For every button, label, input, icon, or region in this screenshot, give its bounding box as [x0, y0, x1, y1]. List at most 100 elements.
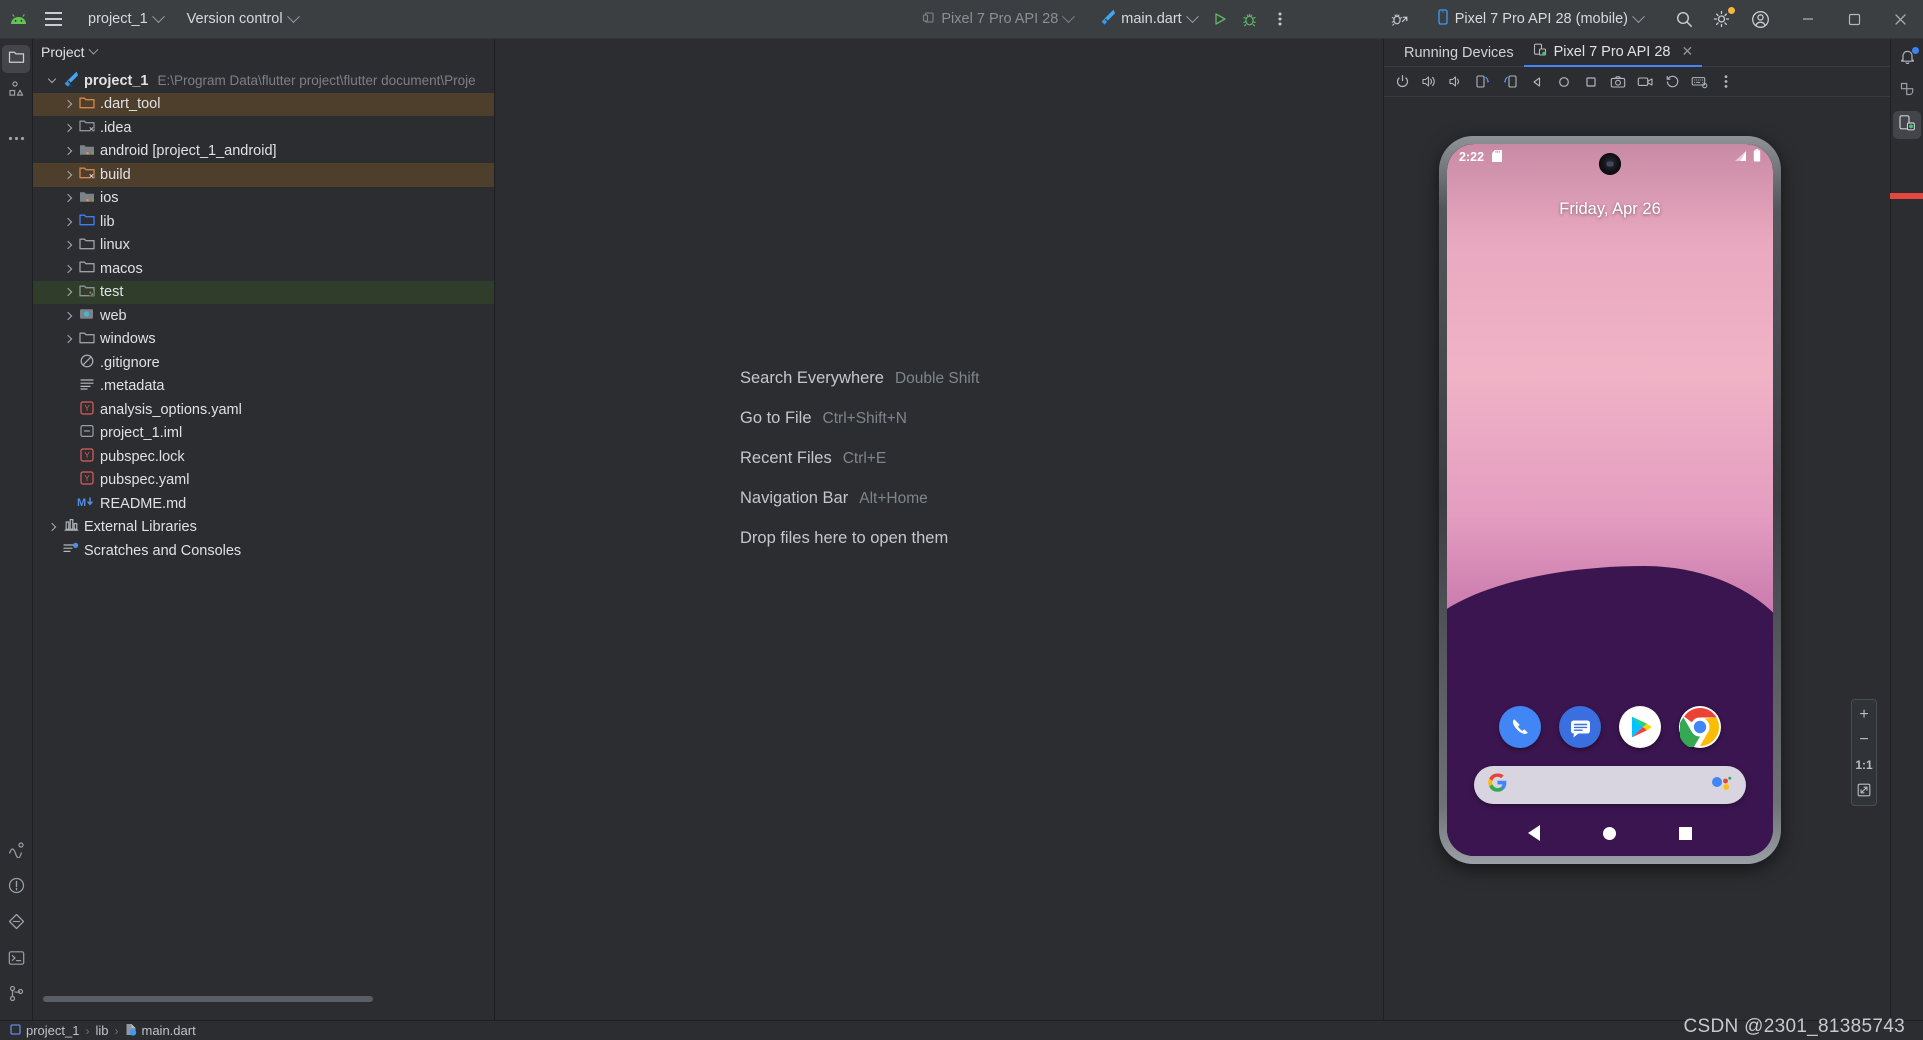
tree-row[interactable]: build	[33, 163, 494, 187]
chevron-right-icon[interactable]	[59, 288, 77, 297]
tree-row[interactable]: lib	[33, 210, 494, 234]
tree-row[interactable]: macos	[33, 257, 494, 281]
zoom-out-button[interactable]: −	[1852, 729, 1876, 751]
sidebar-item-gradle[interactable]	[1893, 78, 1921, 106]
emulator-screen[interactable]: 2:22 Friday, Apr 26	[1447, 144, 1773, 856]
keyboard-icon[interactable]	[1687, 70, 1711, 94]
chevron-right-icon[interactable]	[59, 241, 77, 250]
sidebar-item-more[interactable]	[2, 123, 30, 151]
terminal-icon	[8, 950, 25, 971]
video-camera-icon[interactable]	[1633, 70, 1657, 94]
zoom-to-fit-icon[interactable]	[1852, 779, 1876, 801]
phone-app-icon[interactable]	[1499, 706, 1541, 748]
sidebar-item-notifications[interactable]	[1893, 45, 1921, 73]
messages-app-icon[interactable]	[1559, 706, 1601, 748]
tree-row[interactable]: project_1 E:\Program Data\flutter project…	[33, 69, 494, 93]
tree-row[interactable]: web	[33, 304, 494, 328]
google-search-widget[interactable]	[1474, 766, 1746, 804]
sidebar-item-project[interactable]	[2, 45, 30, 73]
sidebar-item-terminal[interactable]	[2, 946, 30, 974]
close-icon[interactable]	[1877, 0, 1923, 39]
gear-icon[interactable]	[1707, 4, 1737, 34]
tree-row[interactable]: linux	[33, 234, 494, 258]
project-tree-hscrollbar-track[interactable]	[33, 996, 494, 1011]
tree-row[interactable]: Yanalysis_options.yaml	[33, 398, 494, 422]
breadcrumb-lib[interactable]: lib	[95, 1023, 108, 1038]
chevron-down-icon[interactable]	[43, 75, 61, 84]
chevron-right-icon[interactable]	[59, 264, 77, 273]
camera-icon[interactable]	[1606, 70, 1630, 94]
more-vertical-icon[interactable]	[1714, 70, 1738, 94]
chevron-right-icon[interactable]	[59, 217, 77, 226]
search-icon[interactable]	[1669, 4, 1699, 34]
rotate-right-icon[interactable]	[1498, 70, 1522, 94]
volume-down-icon[interactable]	[1444, 70, 1468, 94]
chevron-right-icon[interactable]	[43, 523, 61, 532]
device-selector-left[interactable]: Pixel 7 Pro API 28	[914, 7, 1081, 32]
minimize-icon[interactable]	[1785, 0, 1831, 39]
google-assistant-icon[interactable]	[1710, 775, 1732, 796]
project-tree-hscrollbar-thumb[interactable]	[43, 996, 373, 1002]
run-configuration-selector[interactable]: main.dart	[1093, 5, 1204, 33]
tree-row[interactable]: .metadata	[33, 375, 494, 399]
chevron-right-icon[interactable]	[59, 100, 77, 109]
close-icon[interactable]: ✕	[1682, 43, 1694, 60]
zoom-in-button[interactable]: +	[1852, 704, 1876, 726]
tree-row[interactable]: project_1.iml	[33, 422, 494, 446]
project-tree[interactable]: project_1 E:\Program Data\flutter project…	[33, 69, 494, 994]
sidebar-item-problems[interactable]	[2, 874, 30, 902]
tab-pixel-7-pro-api-28[interactable]: Pixel 7 Pro API 28 ✕	[1523, 39, 1703, 67]
breadcrumb-project[interactable]: project_1	[10, 1023, 79, 1038]
tree-row[interactable]: Ypubspec.lock	[33, 445, 494, 469]
more-actions-button[interactable]	[1265, 4, 1295, 34]
attach-debugger-button[interactable]	[1385, 4, 1415, 34]
sidebar-item-version-control[interactable]	[2, 982, 30, 1010]
sidebar-item-profiler[interactable]	[2, 838, 30, 866]
tree-row[interactable]: android [project_1_android]	[33, 140, 494, 164]
sidebar-item-flutter-inspector[interactable]	[2, 910, 30, 938]
tree-row[interactable]: .gitignore	[33, 351, 494, 375]
run-button[interactable]	[1205, 4, 1235, 34]
version-control-menu[interactable]: Version control	[179, 7, 306, 31]
tree-row[interactable]: windows	[33, 328, 494, 352]
chrome-app-icon[interactable]	[1679, 706, 1721, 748]
tree-row[interactable]: .idea	[33, 116, 494, 140]
nav-recents-button[interactable]	[1678, 826, 1692, 840]
tree-row[interactable]: ios	[33, 187, 494, 211]
tree-row[interactable]: Ypubspec.yaml	[33, 469, 494, 493]
back-triangle-icon[interactable]	[1525, 70, 1549, 94]
chevron-right-icon[interactable]	[59, 123, 77, 132]
debug-button[interactable]	[1235, 4, 1265, 34]
chevron-right-icon[interactable]	[59, 147, 77, 156]
tree-row-label: android [project_1_android]	[100, 143, 277, 160]
project-selector[interactable]: project_1	[80, 7, 171, 31]
power-icon[interactable]	[1390, 70, 1414, 94]
overview-square-icon[interactable]	[1579, 70, 1603, 94]
tree-row-icon-slot	[77, 143, 97, 160]
maximize-restore-icon[interactable]	[1831, 0, 1877, 39]
project-panel-header[interactable]: Project	[33, 39, 494, 65]
tree-row[interactable]: Scratches and Consoles	[33, 539, 494, 563]
nav-home-button[interactable]	[1602, 826, 1616, 840]
chevron-right-icon[interactable]	[59, 170, 77, 179]
device-selector-right[interactable]: Pixel 7 Pro API 28 (mobile)	[1429, 5, 1651, 33]
nav-back-button[interactable]	[1528, 825, 1541, 841]
tree-row[interactable]: M README.md	[33, 492, 494, 516]
user-account-icon[interactable]	[1745, 4, 1775, 34]
home-circle-icon[interactable]	[1552, 70, 1576, 94]
play-store-app-icon[interactable]	[1619, 706, 1661, 748]
volume-up-icon[interactable]	[1417, 70, 1441, 94]
sidebar-item-structure[interactable]	[2, 77, 30, 105]
tree-row[interactable]: test	[33, 280, 494, 304]
hamburger-menu-icon[interactable]	[36, 0, 70, 39]
chevron-right-icon[interactable]	[59, 335, 77, 344]
chevron-right-icon[interactable]	[59, 311, 77, 320]
breadcrumb-file[interactable]: main.dart	[125, 1023, 196, 1039]
tree-row[interactable]: External Libraries	[33, 516, 494, 540]
actual-size-button[interactable]: 1:1	[1852, 754, 1876, 776]
rotate-left-icon[interactable]	[1471, 70, 1495, 94]
sidebar-item-running-devices[interactable]	[1893, 111, 1921, 139]
chevron-right-icon[interactable]	[59, 194, 77, 203]
tree-row[interactable]: .dart_tool	[33, 92, 494, 116]
history-rollback-icon[interactable]	[1660, 70, 1684, 94]
